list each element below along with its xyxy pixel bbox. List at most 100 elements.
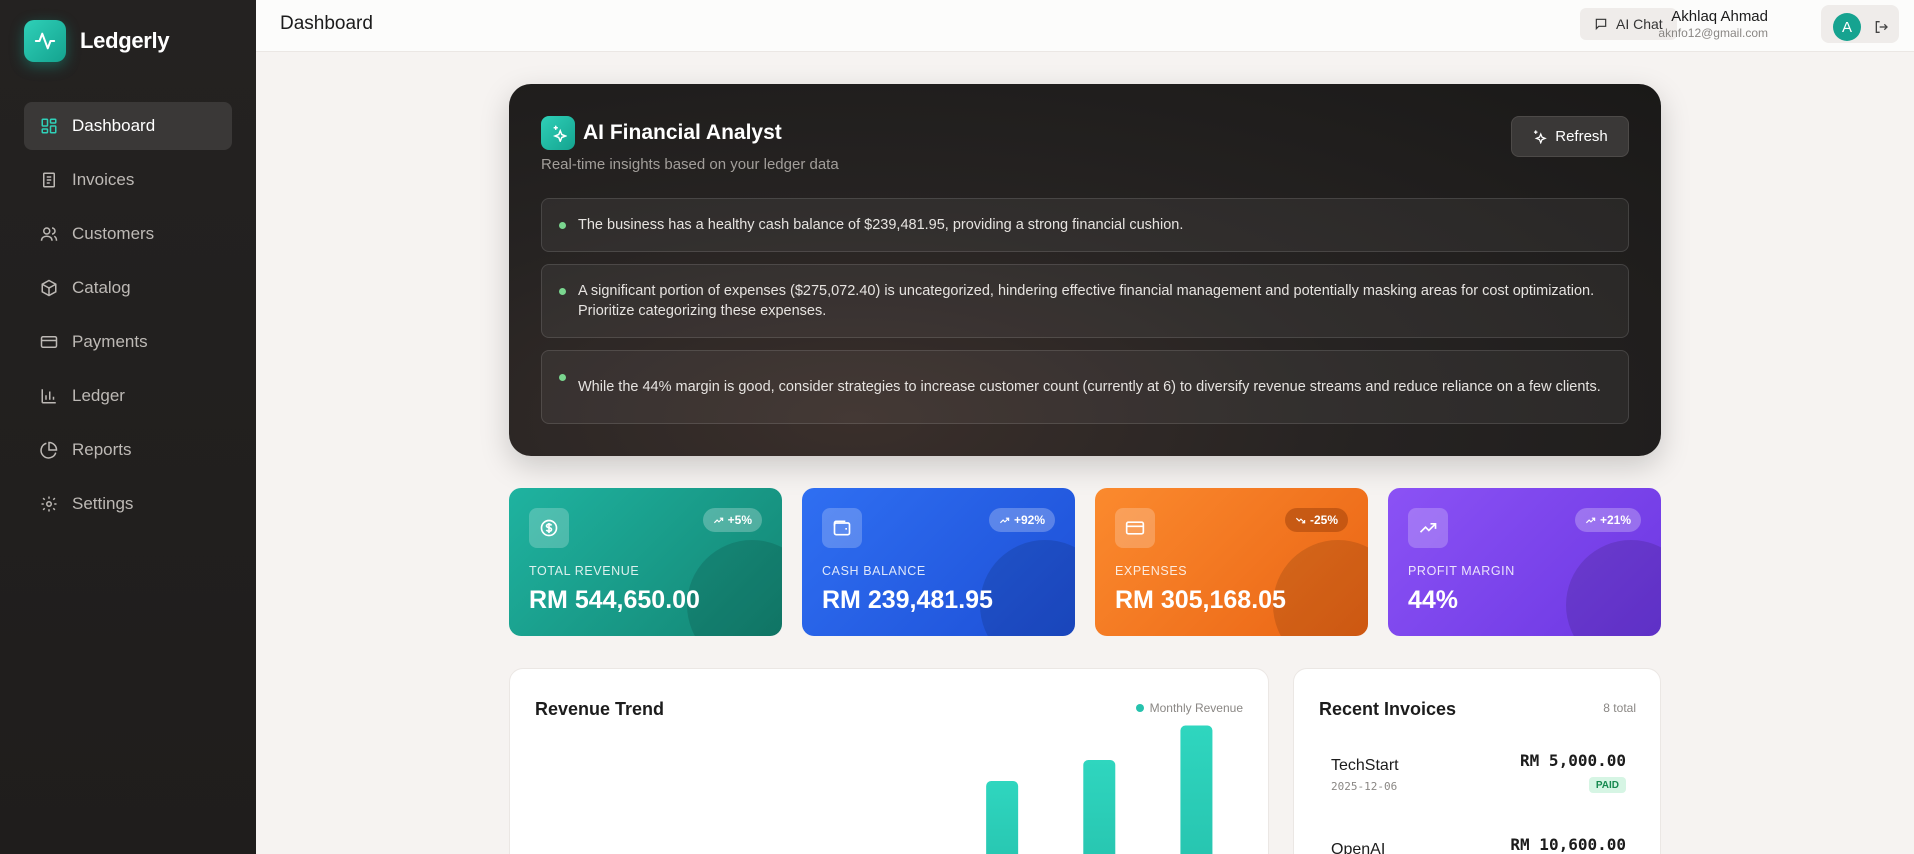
revenue-bar[interactable]: [1180, 725, 1213, 854]
dashboard-icon: [41, 118, 57, 134]
invoice-client: OpenAI: [1331, 841, 1386, 854]
decorative-circle: [687, 540, 782, 636]
change-badge: -25%: [1284, 508, 1348, 532]
change-value: -25%: [1309, 513, 1338, 527]
dollar-icon: [529, 508, 569, 548]
users-icon: [40, 227, 58, 241]
revenue-bar[interactable]: [986, 781, 1019, 854]
stat-label: CASH BALANCE: [822, 564, 926, 578]
stat-value: RM 239,481.95: [822, 586, 993, 614]
sidebar-item-label: Customers: [72, 224, 155, 243]
refresh-label: Refresh: [1555, 128, 1608, 145]
revenue-trend-card: Revenue Trend Monthly Revenue: [509, 668, 1269, 854]
gear-icon: [41, 496, 57, 512]
ai-chat-label: AI Chat: [1616, 16, 1663, 32]
invoice-icon: [43, 172, 55, 188]
sidebar-item-label: Dashboard: [72, 116, 156, 135]
sidebar-item-catalog[interactable]: Catalog: [24, 264, 232, 312]
page-title: Dashboard: [280, 13, 373, 34]
stat-card-profit-margin[interactable]: +21% PROFIT MARGIN 44%: [1388, 488, 1661, 636]
change-value: +21%: [1599, 513, 1631, 527]
sparkles-icon: [1534, 130, 1548, 144]
insight-text: The business has a healthy cash balance …: [578, 217, 1184, 233]
trending-up-icon: [1585, 517, 1596, 523]
revenue-bar[interactable]: [1083, 760, 1116, 854]
sidebar-item-payments[interactable]: Payments: [24, 318, 232, 366]
invoice-client: TechStart: [1331, 757, 1399, 774]
stat-card-expenses[interactable]: -25% EXPENSES RM 305,168.05: [1095, 488, 1368, 636]
revenue-chart: [986, 725, 1213, 854]
insight-item: A significant portion of expenses ($275,…: [541, 264, 1629, 338]
activity-icon: [24, 20, 66, 62]
trending-down-icon: [1295, 517, 1306, 523]
recent-invoices-card: Recent Invoices 8 total TechStart 2025-1…: [1293, 668, 1661, 854]
change-value: +5%: [727, 513, 752, 527]
decorative-circle: [1273, 540, 1368, 636]
sidebar-item-label: Reports: [72, 440, 132, 459]
stat-label: EXPENSES: [1115, 564, 1188, 578]
brand-name: Ledgerly: [80, 28, 170, 53]
bar-chart-icon: [41, 389, 56, 404]
invoice-count: 8 total: [1603, 701, 1636, 715]
insight-text: A significant portion of expenses ($275,…: [578, 283, 1595, 319]
user-menu: A: [1821, 5, 1899, 43]
decorative-circle: [1566, 540, 1661, 636]
sidebar-nav: Dashboard Invoices Customers Catalog Pay…: [24, 102, 232, 534]
change-badge: +21%: [1574, 508, 1641, 532]
recent-invoices-title: Recent Invoices: [1319, 699, 1457, 719]
sidebar-item-label: Invoices: [72, 170, 135, 189]
user-email: aknfo12@gmail.com: [1658, 26, 1768, 40]
message-icon: [1595, 18, 1607, 31]
invoice-amount: RM 5,000.00: [1520, 751, 1626, 770]
ai-panel-subtitle: Real-time insights based on your ledger …: [541, 156, 839, 173]
change-badge: +5%: [702, 508, 762, 532]
insight-text: While the 44% margin is good, consider s…: [578, 379, 1601, 395]
sidebar-item-label: Payments: [72, 332, 148, 351]
wallet-icon: [822, 508, 862, 548]
sparkles-icon: [541, 116, 575, 150]
bullet-icon: [559, 222, 566, 229]
sidebar-item-dashboard[interactable]: Dashboard: [24, 102, 232, 150]
sidebar-item-label: Ledger: [72, 386, 125, 405]
ai-panel-header: AI Financial Analyst: [541, 116, 782, 150]
sidebar: Ledgerly Dashboard Invoices Customers Ca…: [0, 0, 256, 854]
sidebar-item-reports[interactable]: Reports: [24, 426, 232, 474]
trending-up-icon: [713, 517, 723, 523]
stat-label: TOTAL REVENUE: [529, 564, 640, 578]
status-badge: PAID: [1588, 777, 1626, 793]
ai-analyst-panel: AI Financial Analyst Real-time insights …: [509, 84, 1661, 456]
change-value: +92%: [1013, 513, 1045, 527]
pie-chart-icon: [40, 441, 58, 459]
invoice-amount: RM 10,600.00: [1510, 835, 1626, 854]
credit-card-icon: [1115, 508, 1155, 548]
bullet-icon: [559, 374, 566, 381]
ai-panel-title: AI Financial Analyst: [583, 121, 782, 144]
invoice-date: 2025-12-06: [1331, 780, 1398, 793]
topbar: Dashboard AI Chat Akhlaq Ahmad aknfo12@g…: [256, 0, 1914, 52]
logout-icon[interactable]: [1873, 19, 1889, 35]
change-badge: +92%: [988, 508, 1055, 532]
insight-item: The business has a healthy cash balance …: [541, 198, 1629, 252]
refresh-button[interactable]: Refresh: [1511, 116, 1629, 157]
package-icon: [41, 279, 57, 297]
stat-value: 44%: [1408, 586, 1459, 614]
avatar[interactable]: A: [1833, 13, 1861, 41]
sidebar-item-customers[interactable]: Customers: [24, 210, 232, 258]
sidebar-item-settings[interactable]: Settings: [24, 480, 232, 528]
brand[interactable]: Ledgerly: [24, 20, 170, 62]
decorative-circle: [980, 540, 1075, 636]
bullet-icon: [559, 288, 566, 295]
sidebar-item-invoices[interactable]: Invoices: [24, 156, 232, 204]
credit-card-icon: [40, 336, 58, 348]
user-name: Akhlaq Ahmad: [1671, 8, 1768, 25]
stat-card-total-revenue[interactable]: +5% TOTAL REVENUE RM 544,650.00: [509, 488, 782, 636]
stat-label: PROFIT MARGIN: [1408, 564, 1515, 578]
sidebar-item-label: Settings: [72, 494, 134, 513]
sidebar-item-ledger[interactable]: Ledger: [24, 372, 232, 420]
sidebar-item-label: Catalog: [72, 278, 131, 297]
stat-value: RM 305,168.05: [1115, 586, 1286, 614]
stat-value: RM 544,650.00: [529, 586, 700, 614]
stat-card-cash-balance[interactable]: +92% CASH BALANCE RM 239,481.95: [802, 488, 1075, 636]
trending-up-icon: [1408, 508, 1448, 548]
trending-up-icon: [999, 517, 1010, 523]
